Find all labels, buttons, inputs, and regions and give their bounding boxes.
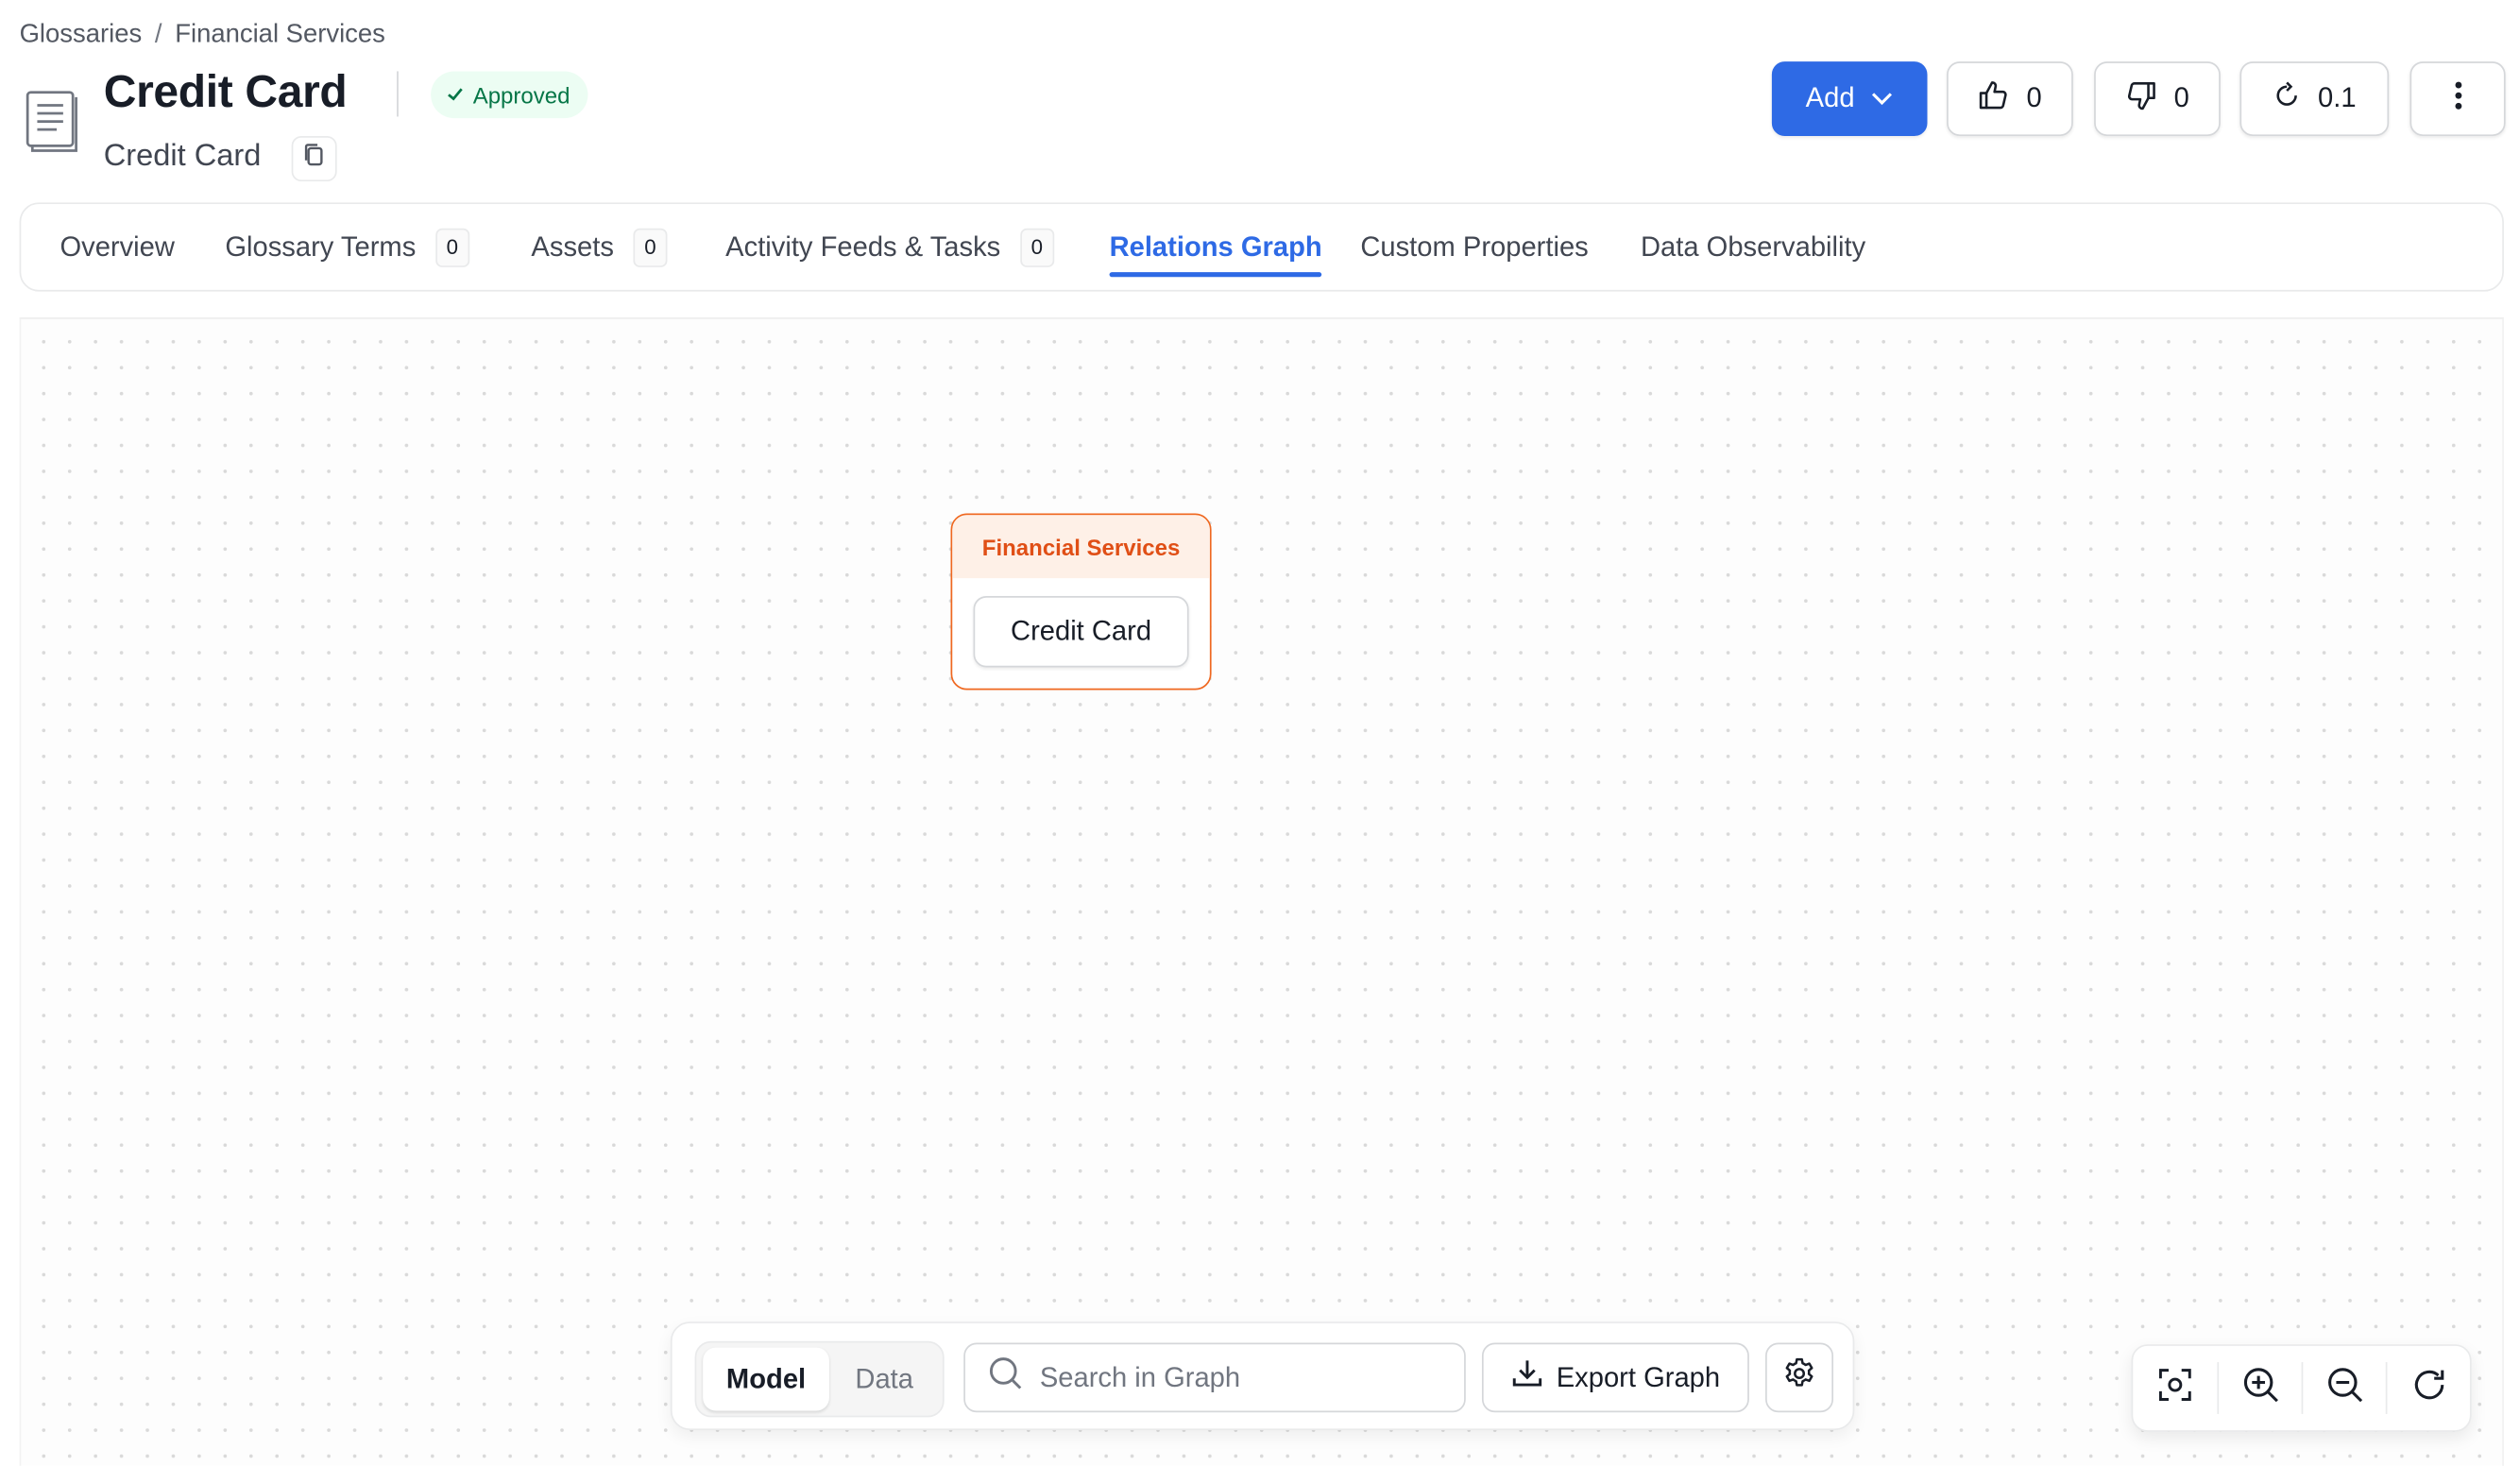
- relations-graph-canvas[interactable]: [19, 317, 2504, 1466]
- chevron-down-icon: [1871, 82, 1894, 114]
- tab-count-badge: 0: [1019, 227, 1054, 267]
- export-graph-button[interactable]: Export Graph: [1481, 1342, 1749, 1413]
- zoom-controls: [2131, 1344, 2472, 1432]
- fit-view-icon: [2155, 1365, 2194, 1412]
- tab-activity-feeds-tasks[interactable]: Activity Feeds & Tasks 0: [725, 204, 1054, 290]
- tab-custom-properties[interactable]: Custom Properties: [1360, 204, 1588, 290]
- add-button[interactable]: Add: [1771, 61, 1928, 137]
- tab-count-badge: 0: [434, 227, 469, 267]
- download-icon: [1511, 1357, 1543, 1398]
- zoom-in-button[interactable]: [2217, 1362, 2301, 1414]
- mode-model-button[interactable]: Model: [703, 1347, 829, 1411]
- like-count: 0: [2026, 82, 2042, 114]
- zoom-in-icon: [2240, 1365, 2279, 1412]
- zoom-out-icon: [2324, 1365, 2363, 1412]
- copy-icon: [303, 142, 326, 176]
- tab-glossary-terms[interactable]: Glossary Terms 0: [225, 204, 469, 290]
- tab-data-observability[interactable]: Data Observability: [1641, 204, 1865, 290]
- breadcrumb: Glossaries / Financial Services: [20, 21, 385, 50]
- graph-settings-button[interactable]: [1765, 1342, 1834, 1413]
- thumbs-up-icon: [1978, 78, 2010, 119]
- tab-label: Relations Graph: [1109, 230, 1322, 262]
- tab-label: Glossary Terms: [225, 230, 417, 262]
- breadcrumb-financial-services[interactable]: Financial Services: [175, 21, 385, 50]
- tab-count-badge: 0: [633, 227, 668, 267]
- search-placeholder: Search in Graph: [1039, 1361, 1241, 1392]
- graph-group-node[interactable]: Financial Services Credit Card: [950, 513, 1212, 690]
- graph-search-input[interactable]: Search in Graph: [963, 1342, 1466, 1413]
- tab-relations-graph[interactable]: Relations Graph: [1109, 204, 1323, 290]
- tab-label: Activity Feeds & Tasks: [725, 230, 1001, 262]
- version-number: 0.1: [2318, 82, 2357, 114]
- dislike-count: 0: [2173, 82, 2189, 114]
- display-name: Credit Card: [103, 139, 262, 174]
- graph-group-label: Financial Services: [952, 515, 1210, 579]
- title-divider: [397, 71, 399, 117]
- thumbs-down-icon: [2125, 78, 2157, 119]
- mode-data-button[interactable]: Data: [832, 1348, 936, 1411]
- status-badge: Approved: [431, 71, 588, 119]
- fit-view-button[interactable]: [2133, 1362, 2217, 1414]
- like-button[interactable]: 0: [1947, 61, 2073, 137]
- tab-assets[interactable]: Assets 0: [531, 204, 668, 290]
- breadcrumb-separator: /: [154, 21, 162, 49]
- tab-overview[interactable]: Overview: [60, 204, 175, 290]
- tab-label: Custom Properties: [1360, 230, 1589, 262]
- check-icon: [446, 82, 466, 108]
- breadcrumb-glossaries[interactable]: Glossaries: [20, 21, 143, 50]
- version-button[interactable]: 0.1: [2239, 61, 2390, 137]
- version-history-icon: [2273, 80, 2302, 117]
- mode-toggle: Model Data: [694, 1340, 945, 1418]
- tabs-bar: Overview Glossary Terms 0 Assets 0 Activ…: [19, 202, 2504, 292]
- refresh-button[interactable]: [2385, 1362, 2470, 1414]
- graph-toolbar: Model Data Search in Graph Export Graph: [670, 1321, 1855, 1431]
- status-label: Approved: [472, 81, 570, 109]
- gear-icon: [1781, 1355, 1817, 1399]
- page-title: Credit Card: [103, 66, 348, 117]
- refresh-icon: [2409, 1365, 2448, 1412]
- add-label: Add: [1805, 82, 1855, 114]
- dislike-button[interactable]: 0: [2094, 61, 2221, 137]
- zoom-out-button[interactable]: [2301, 1362, 2386, 1414]
- glossary-term-icon: [25, 89, 79, 154]
- graph-term-node[interactable]: Credit Card: [973, 596, 1189, 668]
- tab-label: Overview: [60, 230, 175, 262]
- export-label: Export Graph: [1556, 1361, 1721, 1392]
- copy-button[interactable]: [291, 136, 337, 182]
- more-options-button[interactable]: [2409, 61, 2506, 137]
- search-icon: [988, 1355, 1024, 1399]
- tab-label: Data Observability: [1640, 230, 1866, 262]
- more-vertical-icon: [2453, 78, 2462, 119]
- tab-label: Assets: [531, 230, 614, 262]
